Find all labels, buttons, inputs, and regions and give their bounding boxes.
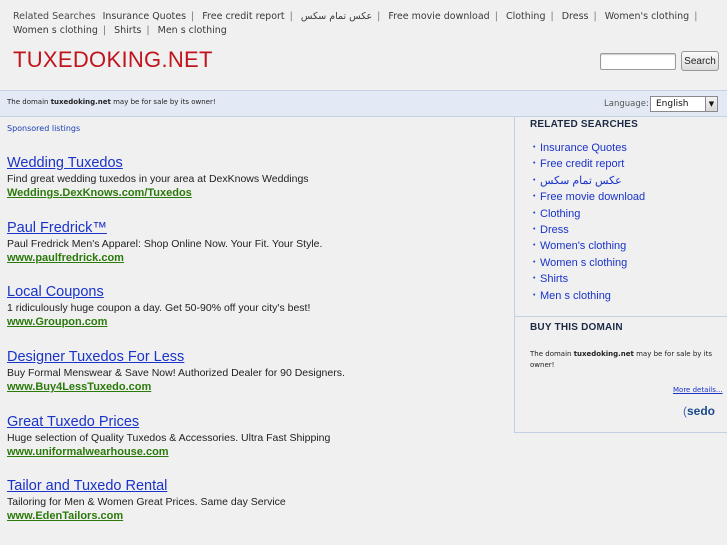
search-input[interactable] [600,53,676,70]
listing-description: Buy Formal Menswear & Save Now! Authoriz… [7,367,345,379]
sidebar-divider [515,316,727,317]
more-details-link[interactable]: More details... [673,386,723,394]
list-item[interactable]: • عكس تمام سكس [533,173,645,189]
list-item[interactable]: • Shirts [533,271,645,287]
sponsored-listings-label: Sponsored listings [7,124,81,133]
bullet-icon: • [533,193,536,201]
bullet-icon: • [533,258,536,266]
bullet-icon: • [533,160,536,168]
domain-sale-message: The domain tuxedoking.net may be for sal… [7,98,216,106]
bullet-icon: • [533,291,536,299]
top-related-searches: Related Searches Insurance Quotes | Free … [13,11,698,36]
sedo-logo[interactable]: (sedo [683,404,715,418]
search-button[interactable]: Search [681,51,719,71]
listing-url[interactable]: Weddings.DexKnows.com/Tuxedos [7,186,507,200]
listing-url[interactable]: www.EdenTailors.com [7,509,507,523]
list-item[interactable]: • Women s clothing [533,255,645,271]
bullet-icon: • [533,209,536,217]
list-item[interactable]: • Dress [533,222,645,238]
listing-description: Paul Fredrick Men's Apparel: Shop Online… [7,238,323,250]
listing-title[interactable]: Tailor and Tuxedo Rental [7,478,507,495]
top-link-free-credit-report[interactable]: Free credit report [202,11,284,22]
listing-title[interactable]: Paul Fredrick™ [7,220,507,237]
top-link-womens-clothing[interactable]: Women's clothing [605,11,689,22]
language-select[interactable]: English ▼ [650,96,718,112]
domain-sale-bar: The domain tuxedoking.net may be for sal… [0,90,727,117]
list-item[interactable]: • Insurance Quotes [533,140,645,156]
chevron-down-icon[interactable]: ▼ [705,97,717,111]
top-link-insurance-quotes[interactable]: Insurance Quotes [103,11,186,22]
top-link-clothing[interactable]: Clothing [506,11,546,22]
bullet-icon: • [533,275,536,283]
listing: Designer Tuxedos For Less Buy Formal Men… [7,349,507,394]
listing-description: Tailoring for Men & Women Great Prices. … [7,496,286,508]
listing: Wedding Tuxedos Find great wedding tuxed… [7,155,507,200]
list-item[interactable]: • Clothing [533,206,645,222]
listing-description: Huge selection of Quality Tuxedos & Acce… [7,432,331,444]
top-link-arabic[interactable]: عكس تمام سكس [301,11,372,22]
buy-domain-text: The domain tuxedoking.net may be for sal… [530,350,712,369]
buy-domain-heading: BUY THIS DOMAIN [530,322,623,333]
related-searches-label: Related Searches [13,11,96,22]
top-link-shirts[interactable]: Shirts [114,25,141,36]
top-link-dress[interactable]: Dress [562,11,589,22]
listing: Tailor and Tuxedo Rental Tailoring for M… [7,478,507,523]
language-value: English [656,99,689,109]
list-item[interactable]: • Free credit report [533,156,645,172]
domain-name: tuxedoking.net [573,350,634,358]
listing: Local Coupons 1 ridiculously huge coupon… [7,284,507,329]
list-item[interactable]: • Men s clothing [533,288,645,304]
related-searches-list: • Insurance Quotes • Free credit report • ع… [533,140,645,304]
bullet-icon: • [533,144,536,151]
list-item[interactable]: • Women's clothing [533,238,645,254]
related-searches-heading: RELATED SEARCHES [530,119,639,130]
bullet-icon: • [533,225,536,233]
top-link-men-s-clothing[interactable]: Men s clothing [158,25,227,36]
listing: Great Tuxedo Prices Huge selection of Qu… [7,414,507,459]
listing-description: 1 ridiculously huge coupon a day. Get 50… [7,302,311,314]
listing-url[interactable]: www.paulfredrick.com [7,251,507,265]
listing-title[interactable]: Great Tuxedo Prices [7,414,507,431]
bullet-icon: • [533,176,536,184]
top-link-free-movie-download[interactable]: Free movie download [388,11,489,22]
listing-url[interactable]: www.Buy4LessTuxedo.com [7,380,507,394]
listing-title[interactable]: Designer Tuxedos For Less [7,349,507,366]
domain-name: tuxedoking.net [50,98,111,106]
list-item[interactable]: • Free movie download [533,189,645,205]
listing-description: Find great wedding tuxedos in your area … [7,173,309,185]
listing-title[interactable]: Wedding Tuxedos [7,155,507,172]
listing: Paul Fredrick™ Paul Fredrick Men's Appar… [7,220,507,265]
language-label: Language: [604,99,649,109]
bullet-icon: • [533,242,536,250]
listing-url[interactable]: www.uniformalwearhouse.com [7,445,507,459]
top-link-women-s-clothing[interactable]: Women s clothing [13,25,98,36]
listing-title[interactable]: Local Coupons [7,284,507,301]
sidebar: RELATED SEARCHES • Insurance Quotes • Free… [514,117,727,433]
listing-url[interactable]: www.Groupon.com [7,315,507,329]
site-title: TUXEDOKING.NET [13,47,213,72]
